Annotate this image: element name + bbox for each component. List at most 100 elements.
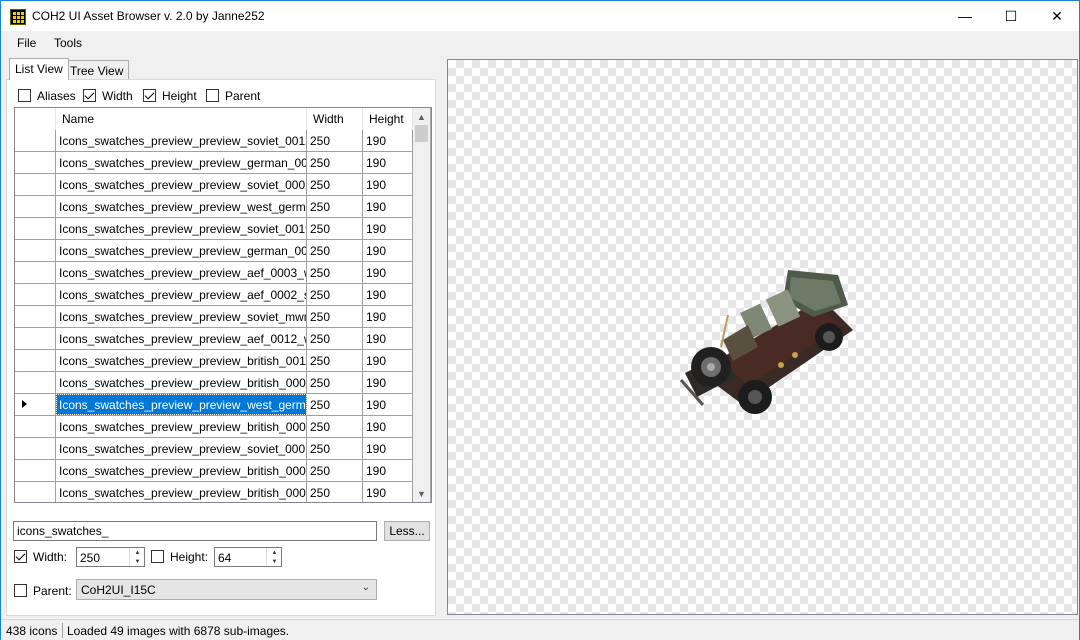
row-header[interactable] — [15, 416, 56, 437]
table-row[interactable]: Icons_swatches_preview_preview_soviet_00… — [15, 218, 413, 240]
width-cell[interactable]: 250 — [307, 218, 363, 239]
height-cell[interactable]: 190 — [363, 460, 413, 481]
table-row[interactable]: Icons_swatches_preview_preview_soviet_00… — [15, 438, 413, 460]
name-cell[interactable]: Icons_swatches_preview_preview_soviet_00… — [56, 438, 307, 459]
table-row[interactable]: Icons_swatches_preview_preview_british_0… — [15, 372, 413, 394]
tab-tree-view[interactable]: Tree View — [64, 60, 130, 80]
width-cell[interactable]: 250 — [307, 240, 363, 261]
height-cell[interactable]: 190 — [363, 174, 413, 195]
row-header[interactable] — [15, 130, 56, 151]
table-row[interactable]: Icons_swatches_preview_preview_aef_0002_… — [15, 284, 413, 306]
name-cell[interactable]: Icons_swatches_preview_preview_british_0… — [56, 460, 307, 481]
name-cell[interactable]: Icons_swatches_preview_preview_british_0… — [56, 482, 307, 502]
width-cell[interactable]: 250 — [307, 152, 363, 173]
name-cell[interactable]: Icons_swatches_preview_preview_soviet_00… — [56, 130, 307, 151]
table-row[interactable]: Icons_swatches_preview_preview_west_germ… — [15, 394, 413, 416]
spin-down-icon[interactable]: ▼ — [267, 557, 282, 566]
height-cell[interactable]: 190 — [363, 196, 413, 217]
height-cell[interactable]: 190 — [363, 284, 413, 305]
row-header[interactable] — [15, 284, 56, 305]
minimize-button[interactable]: — — [942, 1, 988, 31]
table-row[interactable]: Icons_swatches_preview_preview_soviet_00… — [15, 130, 413, 152]
width-cell[interactable]: 250 — [307, 350, 363, 371]
height-cell[interactable]: 190 — [363, 438, 413, 459]
name-cell[interactable]: Icons_swatches_preview_preview_soviet_mw… — [56, 306, 307, 327]
name-cell[interactable]: Icons_swatches_preview_preview_german_00… — [56, 240, 307, 261]
row-header[interactable] — [15, 438, 56, 459]
scroll-thumb[interactable] — [415, 125, 428, 142]
table-row[interactable]: Icons_swatches_preview_preview_aef_0012_… — [15, 328, 413, 350]
column-header-width[interactable]: Width — [307, 108, 363, 130]
icon-grid[interactable]: Name Width Height Icons_swatches_preview… — [14, 107, 432, 503]
scroll-up-icon[interactable]: ▲ — [413, 108, 430, 125]
height-cell[interactable]: 190 — [363, 394, 413, 415]
row-header[interactable] — [15, 174, 56, 195]
width-cell[interactable]: 250 — [307, 284, 363, 305]
scroll-down-icon[interactable]: ▼ — [413, 485, 430, 502]
table-row[interactable]: Icons_swatches_preview_preview_british_0… — [15, 350, 413, 372]
width-cell[interactable]: 250 — [307, 262, 363, 283]
height-cell[interactable]: 190 — [363, 306, 413, 327]
spin-down-icon[interactable]: ▼ — [130, 557, 145, 566]
width-cell[interactable]: 250 — [307, 394, 363, 415]
height-cell[interactable]: 190 — [363, 130, 413, 151]
row-header[interactable] — [15, 262, 56, 283]
height-cell[interactable]: 190 — [363, 350, 413, 371]
height-cell[interactable]: 190 — [363, 372, 413, 393]
name-cell[interactable]: Icons_swatches_preview_preview_aef_0012_… — [56, 328, 307, 349]
table-row[interactable]: Icons_swatches_preview_preview_soviet_mw… — [15, 306, 413, 328]
height-cell[interactable]: 190 — [363, 328, 413, 349]
table-row[interactable]: Icons_swatches_preview_preview_soviet_00… — [15, 174, 413, 196]
name-cell[interactable]: Icons_swatches_preview_preview_west_germ… — [56, 394, 307, 415]
height-cell[interactable]: 190 — [363, 240, 413, 261]
name-cell[interactable]: Icons_swatches_preview_preview_aef_0002_… — [56, 284, 307, 305]
row-header[interactable] — [15, 460, 56, 481]
width-cell[interactable]: 250 — [307, 416, 363, 437]
name-cell[interactable]: Icons_swatches_preview_preview_british_0… — [56, 350, 307, 371]
row-header[interactable] — [15, 306, 56, 327]
name-cell[interactable]: Icons_swatches_preview_preview_soviet_00… — [56, 174, 307, 195]
parent-select[interactable]: CoH2UI_I15C ⌄ — [76, 579, 377, 600]
parent-column-checkbox[interactable] — [206, 89, 219, 102]
height-column-checkbox[interactable] — [143, 89, 156, 102]
name-cell[interactable]: Icons_swatches_preview_preview_german_00… — [56, 152, 307, 173]
table-row[interactable]: Icons_swatches_preview_preview_british_0… — [15, 416, 413, 438]
width-cell[interactable]: 250 — [307, 174, 363, 195]
width-cell[interactable]: 250 — [307, 196, 363, 217]
filter-search-input[interactable] — [13, 521, 377, 541]
row-header[interactable] — [15, 152, 56, 173]
width-cell[interactable]: 250 — [307, 130, 363, 151]
filter-width-checkbox[interactable] — [14, 550, 27, 563]
row-header[interactable] — [15, 218, 56, 239]
table-row[interactable]: Icons_swatches_preview_preview_german_00… — [15, 240, 413, 262]
menu-file[interactable]: File — [17, 36, 36, 50]
width-cell[interactable]: 250 — [307, 482, 363, 502]
menu-tools[interactable]: Tools — [54, 36, 82, 50]
row-header[interactable] — [15, 196, 56, 217]
width-cell[interactable]: 250 — [307, 372, 363, 393]
column-header-name[interactable]: Name — [56, 108, 307, 130]
table-row[interactable]: Icons_swatches_preview_preview_west_germ… — [15, 196, 413, 218]
filter-height-checkbox[interactable] — [151, 550, 164, 563]
spin-up-icon[interactable]: ▲ — [267, 548, 282, 557]
row-header[interactable] — [15, 394, 56, 415]
row-header[interactable] — [15, 240, 56, 261]
row-header[interactable] — [15, 482, 56, 502]
height-cell[interactable]: 190 — [363, 218, 413, 239]
height-cell[interactable]: 190 — [363, 482, 413, 502]
width-cell[interactable]: 250 — [307, 306, 363, 327]
table-row[interactable]: Icons_swatches_preview_preview_british_0… — [15, 482, 413, 502]
name-cell[interactable]: Icons_swatches_preview_preview_west_germ… — [56, 196, 307, 217]
height-cell[interactable]: 190 — [363, 416, 413, 437]
column-header-height[interactable]: Height — [363, 108, 413, 130]
height-cell[interactable]: 190 — [363, 262, 413, 283]
row-header[interactable] — [15, 350, 56, 371]
width-cell[interactable]: 250 — [307, 438, 363, 459]
table-row[interactable]: Icons_swatches_preview_preview_aef_0003_… — [15, 262, 413, 284]
width-cell[interactable]: 250 — [307, 460, 363, 481]
name-cell[interactable]: Icons_swatches_preview_preview_british_0… — [56, 372, 307, 393]
table-row[interactable]: Icons_swatches_preview_preview_german_00… — [15, 152, 413, 174]
row-header[interactable] — [15, 372, 56, 393]
grid-scrollbar[interactable]: ▲ ▼ — [413, 108, 430, 502]
name-cell[interactable]: Icons_swatches_preview_preview_soviet_00… — [56, 218, 307, 239]
